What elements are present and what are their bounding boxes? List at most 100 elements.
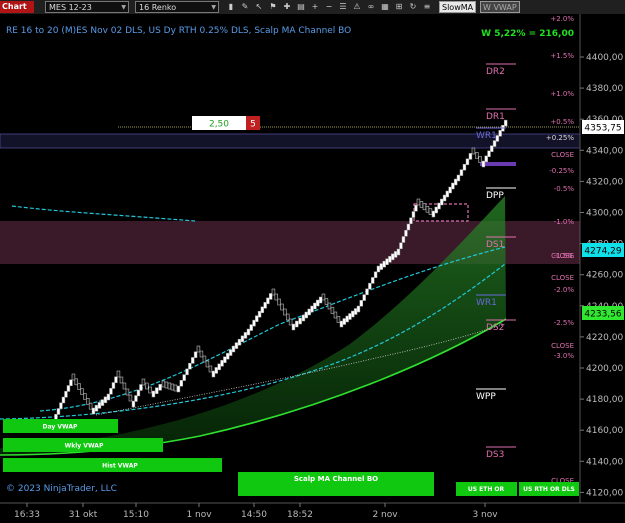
renko-brick (205, 360, 210, 368)
renko-brick (291, 323, 296, 331)
renko-brick (134, 395, 138, 402)
renko-brick (114, 376, 118, 383)
renko-brick (321, 293, 326, 301)
renko-brick (330, 307, 335, 314)
renko-brick (471, 147, 476, 155)
pivot-level-label: WR1 (476, 298, 497, 308)
refresh-icon[interactable]: ↻ (408, 1, 418, 13)
slow-ma-toggle[interactable]: SlowMA (439, 1, 477, 13)
renko-brick (388, 256, 392, 263)
renko-brick (310, 305, 314, 313)
percent-level-label: -0.25% (549, 167, 574, 175)
renko-brick (61, 396, 66, 404)
daily-vwap-badge-text: 4274,29 (584, 247, 621, 257)
zoom-in-icon[interactable]: + (310, 1, 320, 13)
renko-brick (280, 303, 284, 311)
chevron-down-icon: ▼ (121, 4, 126, 11)
renko-brick (141, 378, 146, 386)
price-tick-label: 4260,00 (586, 271, 623, 281)
strategy-icon[interactable]: ⚑ (268, 1, 278, 13)
percent-level-label: +0.25% (546, 134, 574, 142)
price-tick-label: 4120,00 (586, 488, 623, 498)
bar-type-selector[interactable]: 16 Renko ▼ (135, 1, 219, 13)
properties-icon[interactable]: ☰ (338, 1, 348, 13)
renko-brick (419, 201, 424, 208)
price-tick-label: 4140,00 (586, 457, 623, 467)
renko-brick (91, 407, 96, 415)
renko-brick (188, 362, 192, 370)
link-icon[interactable]: ∞ (366, 1, 376, 13)
renko-brick (220, 360, 224, 367)
renko-brick (371, 277, 375, 284)
day-vwap-tag-text: Day VWAP (43, 424, 78, 431)
renko-brick (416, 198, 421, 206)
renko-brick (342, 318, 346, 325)
pivot-level-label: DR1 (486, 112, 505, 122)
renko-brick (453, 178, 458, 186)
chart-area[interactable]: DR2 DR1 WR1 DPP DS1 WR1 DS2 WPP DS3 +2.0% +1.5% +1… (0, 14, 625, 523)
price-tick-label: 4320,00 (586, 177, 623, 187)
pivot-level-label: WR1 (476, 131, 497, 141)
percent-level-label: -2.5% (554, 319, 575, 327)
renko-brick (277, 298, 281, 306)
renko-brick (249, 324, 253, 331)
renko-brick (286, 313, 290, 321)
us-eth-or-tag-text: US ETH OR (468, 486, 505, 493)
renko-brick (243, 332, 248, 339)
renko-brick (365, 288, 369, 296)
renko-brick (437, 202, 441, 210)
draw-tools-icon[interactable]: ✎ (240, 1, 250, 13)
pivot-level-label: DR2 (486, 67, 505, 77)
price-tick-label: 4300,00 (586, 209, 623, 219)
renko-brick (77, 383, 81, 390)
percent-level-label: -2.0% (554, 286, 575, 294)
price-tick-label: 4200,00 (586, 364, 623, 374)
order-quantity: 2,50 (209, 120, 229, 130)
renko-brick (295, 320, 299, 328)
renko-brick (97, 402, 102, 409)
renko-brick (393, 251, 398, 258)
renko-brick (226, 352, 230, 360)
time-tick-label: 15:10 (123, 510, 149, 520)
renko-brick (376, 265, 381, 273)
instrument-selector[interactable]: MES 12-23 ▼ (45, 1, 129, 13)
grid-icon[interactable]: ⊞ (394, 1, 404, 13)
renko-brick (304, 311, 309, 319)
renko-brick (196, 345, 201, 353)
renko-brick (191, 357, 195, 364)
renko-brick (492, 140, 497, 147)
bar-type-label: 16 Renko (139, 3, 177, 12)
time-tick-label: 31 okt (69, 510, 98, 520)
renko-brick (56, 408, 61, 415)
crosshair-icon[interactable]: ✚ (282, 1, 292, 13)
bar-chart-icon[interactable]: ▮ (226, 1, 236, 13)
chart-tab[interactable]: Chart (0, 1, 34, 13)
pointer-icon[interactable]: ↖ (254, 1, 264, 13)
price-tick-label: 4400,00 (586, 53, 623, 63)
renko-brick (182, 374, 186, 381)
renko-brick (94, 404, 99, 412)
order-count: 5 (250, 120, 256, 130)
renko-brick (307, 308, 311, 316)
time-tick-label: 14:50 (241, 510, 267, 520)
renko-brick (478, 156, 482, 163)
alert-icon[interactable]: ⚠ (352, 1, 362, 13)
renko-brick (404, 230, 408, 237)
renko-brick (283, 308, 287, 316)
renko-brick (442, 194, 447, 202)
renko-brick (301, 314, 306, 322)
price-tick-label: 4380,00 (586, 84, 623, 94)
zoom-out-icon[interactable]: − (324, 1, 334, 13)
renko-brick (109, 388, 113, 395)
renko-brick (475, 152, 479, 159)
pivot-level-label: DS1 (486, 240, 504, 250)
w-vwap-toggle[interactable]: W VWAP (480, 1, 520, 13)
menu-icon[interactable]: ≡ (422, 1, 432, 13)
template-icon[interactable]: ▦ (380, 1, 390, 13)
renko-brick (431, 210, 436, 218)
renko-brick (211, 370, 216, 378)
renko-brick (498, 130, 502, 137)
renko-brick (71, 373, 76, 381)
indicator-icon[interactable]: ▤ (296, 1, 306, 13)
renko-brick (185, 368, 189, 376)
